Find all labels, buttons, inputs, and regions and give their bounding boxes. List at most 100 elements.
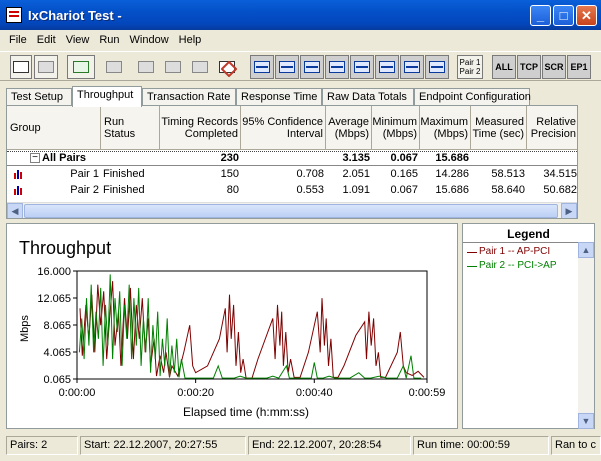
scroll-up-arrow-icon[interactable]: ▲ <box>578 242 594 258</box>
status-end: End: 22.12.2007, 20:28:54 <box>248 436 411 455</box>
col-header-group[interactable]: Group <box>7 106 101 150</box>
menu-file[interactable]: File <box>4 34 32 46</box>
legend-item[interactable]: Pair 2 -- PCI->AP <box>467 260 579 273</box>
cut-button[interactable] <box>133 55 159 79</box>
printer-icon <box>38 61 54 73</box>
average-value: 3.135 <box>342 152 370 164</box>
scroll-right-arrow-icon[interactable]: ▶ <box>561 203 577 218</box>
voip-button[interactable] <box>400 55 424 79</box>
pair-icon <box>254 61 270 73</box>
menu-help[interactable]: Help <box>174 34 207 46</box>
collapse-toggle[interactable]: − <box>30 153 40 163</box>
maximize-button[interactable]: □ <box>553 5 574 26</box>
menu-window[interactable]: Window <box>125 34 174 46</box>
scrollbar-thumb[interactable] <box>24 204 558 218</box>
new-test-button[interactable] <box>10 55 32 79</box>
status-start: Start: 22.12.2007, 20:27:55 <box>80 436 246 455</box>
multicast-icon <box>279 61 295 73</box>
col-header-relative-precision[interactable]: Relative Precision <box>527 106 577 150</box>
edit-pair-button[interactable] <box>300 55 324 79</box>
tab-test-setup[interactable]: Test Setup <box>6 88 72 106</box>
voip-icon <box>404 61 420 73</box>
status-run-time: Run time: 00:00:59 <box>413 436 549 455</box>
tab-transaction-rate[interactable]: Transaction Rate <box>142 88 236 106</box>
measured-time-value: 58.640 <box>491 184 525 196</box>
qos-button[interactable] <box>375 55 399 79</box>
app-icon[interactable] <box>6 7 22 23</box>
status-pairs: Pairs: 2 <box>6 436 78 455</box>
table-row[interactable]: Pair 2 Finished 80 0.553 1.091 0.067 15.… <box>7 183 577 198</box>
legend-item[interactable]: Pair 1 -- AP-PCI <box>467 246 579 259</box>
scissors-icon <box>138 61 154 73</box>
title-bar: IxChariot Test - _ □ ✕ <box>0 0 601 30</box>
col-header-minimum[interactable]: Minimum (Mbps) <box>372 106 420 150</box>
col-header-run-status[interactable]: Run Status <box>101 106 160 150</box>
col-header-confidence[interactable]: 95% Confidence Interval <box>241 106 326 150</box>
scroll-left-arrow-icon[interactable]: ◀ <box>7 203 23 218</box>
y-tick-label: 12.065 <box>37 293 71 305</box>
copy-button[interactable] <box>160 55 186 79</box>
pair-chart-icon <box>14 170 24 179</box>
tab-throughput[interactable]: Throughput <box>72 86 142 107</box>
stop-icon <box>106 61 122 73</box>
minimum-value: 0.067 <box>390 184 418 196</box>
scr-button[interactable]: SCR <box>542 55 566 79</box>
tab-raw-data-totals[interactable]: Raw Data Totals <box>322 88 414 106</box>
print-button[interactable] <box>34 55 58 79</box>
col-header-measured-time[interactable]: Measured Time (sec) <box>471 106 527 150</box>
table-row-all-pairs[interactable]: − All Pairs 230 3.135 0.067 15.686 <box>7 151 577 166</box>
window-title: IxChariot Test - <box>28 7 122 23</box>
legend-swatch-pair-1 <box>467 252 477 253</box>
run-test-button[interactable] <box>67 55 95 79</box>
pair-view-label-2: Pair 2 <box>459 67 481 76</box>
menu-view[interactable]: View <box>61 34 95 46</box>
average-value: 2.051 <box>342 168 370 180</box>
relative-precision-value: 50.682 <box>543 184 577 196</box>
status-ran-to: Ran to c <box>551 436 601 455</box>
video-icon <box>429 61 445 73</box>
minimum-value: 0.067 <box>390 152 418 164</box>
pair-chart-icon <box>14 186 24 195</box>
series-line-pair-1 <box>79 281 425 379</box>
col-header-maximum[interactable]: Maximum (Mbps) <box>420 106 471 150</box>
legend-label: Pair 2 -- PCI->AP <box>479 260 557 271</box>
y-axis-label: Mbps <box>19 315 31 342</box>
tab-endpoint-configuration[interactable]: Endpoint Configuration <box>414 88 531 106</box>
run-status-value: Finished <box>103 168 145 180</box>
minimum-value: 0.165 <box>390 168 418 180</box>
add-multicast-button[interactable] <box>275 55 299 79</box>
group-name: All Pairs <box>42 152 87 164</box>
legend-vertical-scrollbar[interactable]: ▲ ▼ <box>578 242 594 429</box>
stop-button[interactable] <box>101 55 127 79</box>
y-tick-label: 8.065 <box>43 320 71 332</box>
all-button[interactable]: ALL <box>492 55 516 79</box>
menu-edit[interactable]: Edit <box>32 34 61 46</box>
pair-view-button[interactable]: Pair 1 Pair 2 <box>457 55 483 79</box>
swap-endpoints-button[interactable] <box>325 55 349 79</box>
group-name: Pair 2 <box>70 184 99 196</box>
tab-response-time[interactable]: Response Time <box>236 88 322 106</box>
minimize-button[interactable]: _ <box>530 5 551 26</box>
col-header-average[interactable]: Average (Mbps) <box>326 106 372 150</box>
horizontal-scrollbar[interactable]: ◀ ▶ <box>7 202 577 218</box>
scroll-down-arrow-icon[interactable]: ▼ <box>578 413 594 429</box>
ep1-button[interactable]: EP1 <box>567 55 591 79</box>
x-tick-label: 0:00:20 <box>177 387 214 399</box>
throughput-chart: Throughput Elapsed time (h:mm:ss) Mbps 1… <box>19 238 445 419</box>
y-tick-label: 16.000 <box>37 266 71 278</box>
y-tick-label: 0.065 <box>43 374 71 386</box>
x-tick-label: 0:00:00 <box>59 387 96 399</box>
runner-icon <box>73 61 89 73</box>
paste-button[interactable] <box>187 55 213 79</box>
table-row[interactable]: Pair 1 Finished 150 0.708 2.051 0.165 14… <box>7 167 577 182</box>
video-button[interactable] <box>425 55 449 79</box>
script-button[interactable] <box>350 55 374 79</box>
legend-swatch-pair-2 <box>467 266 477 267</box>
menu-run[interactable]: Run <box>94 34 124 46</box>
tcp-button[interactable]: TCP <box>517 55 541 79</box>
delete-button[interactable] <box>214 55 240 79</box>
close-button[interactable]: ✕ <box>576 5 597 26</box>
add-pair-button[interactable] <box>250 55 274 79</box>
results-tabs: Test Setup Throughput Transaction Rate R… <box>6 86 596 107</box>
col-header-timing-records[interactable]: Timing Records Completed <box>160 106 241 150</box>
